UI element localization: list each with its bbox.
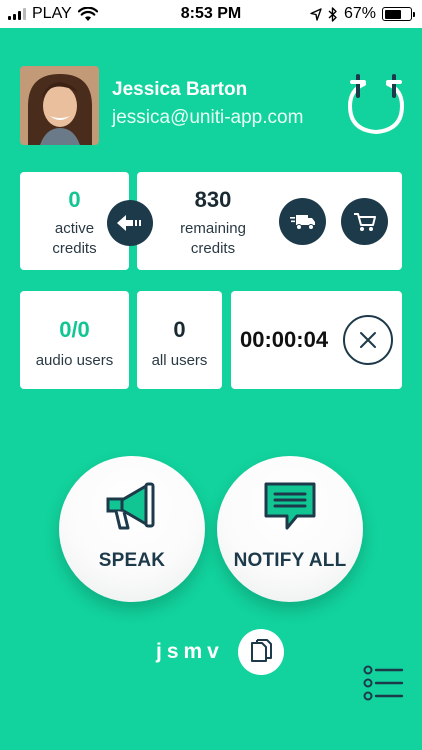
chat-bubble-icon xyxy=(264,482,316,530)
remaining-credits-value: 830 xyxy=(194,187,232,212)
remaining-credits-label-2: credits xyxy=(190,240,236,257)
shopping-cart-icon xyxy=(353,212,376,231)
shop-button[interactable] xyxy=(341,198,388,245)
speak-label: SPEAK xyxy=(98,550,166,571)
speak-button[interactable]: SPEAK xyxy=(59,456,205,602)
delivery-truck-icon xyxy=(289,214,315,230)
close-icon xyxy=(360,332,376,348)
copy-icon xyxy=(251,639,272,662)
transfer-credits-button[interactable] xyxy=(107,200,153,246)
megaphone-icon xyxy=(106,482,155,530)
session-timer: 00:00:04 xyxy=(240,327,329,352)
status-right: 67% xyxy=(310,5,415,23)
audio-users-value: 0/0 xyxy=(59,317,90,342)
room-code: jsmv xyxy=(156,640,224,663)
bluetooth-icon xyxy=(328,6,337,22)
battery-percent: 67% xyxy=(343,5,376,22)
all-users-card: 0 all users xyxy=(137,291,222,389)
location-arrow-icon xyxy=(310,7,322,21)
delivery-button[interactable] xyxy=(279,198,326,245)
audio-users-card: 0/0 audio users xyxy=(20,291,129,389)
notify-all-label: NOTIFY ALL xyxy=(233,550,347,571)
logout-icon[interactable] xyxy=(346,74,406,136)
audio-users-label: audio users xyxy=(35,352,114,369)
user-email: jessica@uniti-app.com xyxy=(112,107,304,128)
copy-button[interactable] xyxy=(238,629,284,675)
remaining-credits-label-1: remaining xyxy=(180,220,246,237)
cancel-button[interactable] xyxy=(343,315,393,365)
battery-icon xyxy=(382,7,415,21)
all-users-value: 0 xyxy=(173,317,186,342)
all-users-label: all users xyxy=(151,352,208,369)
user-name: Jessica Barton xyxy=(112,79,248,100)
arrow-left-icon xyxy=(117,215,141,231)
status-bar: PLAY 8:53 PM 67% xyxy=(0,0,422,28)
avatar xyxy=(20,66,99,145)
notify-all-button[interactable]: NOTIFY ALL xyxy=(217,456,363,602)
active-credits-label-2: credits xyxy=(52,240,97,257)
menu-list-icon[interactable] xyxy=(362,665,404,701)
